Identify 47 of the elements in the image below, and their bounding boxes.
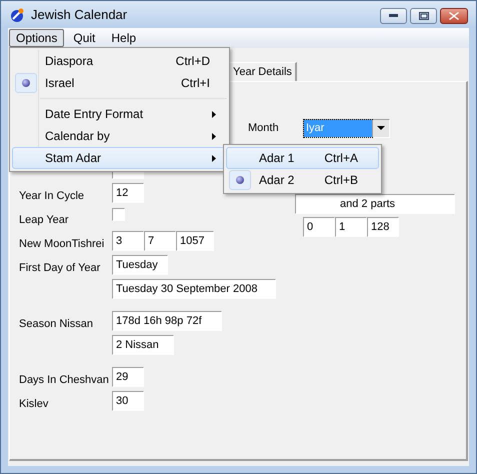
close-button[interactable] bbox=[440, 8, 468, 24]
text-field[interactable]: 1 bbox=[335, 217, 367, 237]
text-field[interactable]: Tuesday 30 September 2008 bbox=[112, 279, 276, 299]
close-icon bbox=[449, 12, 459, 20]
field-label: New MoonTishrei bbox=[19, 238, 104, 250]
field-label: Season Nissan bbox=[19, 318, 93, 330]
text-field[interactable]: 178d 16h 98p 72f bbox=[112, 311, 222, 331]
menu-item[interactable]: Adar 2 Ctrl+B bbox=[226, 169, 379, 191]
dropdown-caret-icon bbox=[377, 126, 385, 130]
menu-item[interactable]: Diaspora Ctrl+D bbox=[12, 50, 227, 72]
text-field[interactable]: 30 bbox=[112, 391, 144, 411]
checkbox[interactable] bbox=[112, 208, 125, 221]
month-label: Month bbox=[248, 120, 280, 136]
tab[interactable]: Year Details bbox=[229, 62, 297, 82]
field-label: Year In Cycle bbox=[19, 190, 84, 202]
text-field[interactable]: Tuesday bbox=[112, 255, 168, 275]
text-field[interactable]: 1057 bbox=[176, 231, 214, 251]
menu-bar-item[interactable]: Help bbox=[104, 29, 144, 47]
text-field[interactable]: 29 bbox=[112, 367, 144, 387]
text-field[interactable]: 7 bbox=[144, 231, 176, 251]
field-label: Leap Year bbox=[19, 214, 69, 226]
text-field[interactable]: 12 bbox=[112, 183, 144, 203]
menu-item[interactable]: Adar 1 Ctrl+A bbox=[226, 147, 379, 169]
text-field[interactable]: 0 bbox=[303, 217, 335, 237]
text-field[interactable]: 2 Nissan bbox=[112, 335, 174, 355]
radio-bullet-icon bbox=[22, 79, 30, 87]
radio-bullet-icon bbox=[236, 176, 244, 184]
minimize-button[interactable] bbox=[380, 8, 407, 24]
menu-item[interactable]: Calendar by bbox=[12, 125, 227, 147]
text-field[interactable]: 3 bbox=[112, 231, 144, 251]
submenu-arrow-icon bbox=[212, 110, 216, 118]
submenu-arrow-icon bbox=[212, 132, 216, 140]
minimize-icon bbox=[389, 14, 398, 17]
field-label: Kislev bbox=[19, 398, 48, 410]
window-title: Jewish Calendar bbox=[31, 6, 128, 24]
app-logo-icon bbox=[9, 6, 25, 22]
menu-bar-item[interactable]: Quit bbox=[66, 29, 102, 47]
maximize-icon bbox=[418, 12, 428, 20]
menu-bar-item[interactable]: Options bbox=[9, 29, 64, 47]
text-field[interactable]: and 2 parts bbox=[295, 194, 455, 214]
field-label: Days In Cheshvan bbox=[19, 374, 109, 386]
submenu-arrow-icon bbox=[212, 154, 216, 162]
menu-item[interactable]: Israel Ctrl+I bbox=[12, 72, 227, 94]
text-field[interactable]: 128 bbox=[367, 217, 399, 237]
maximize-button[interactable] bbox=[410, 8, 437, 24]
menu-item[interactable]: Date Entry Format bbox=[12, 103, 227, 125]
field-label: First Day of Year bbox=[19, 262, 100, 274]
